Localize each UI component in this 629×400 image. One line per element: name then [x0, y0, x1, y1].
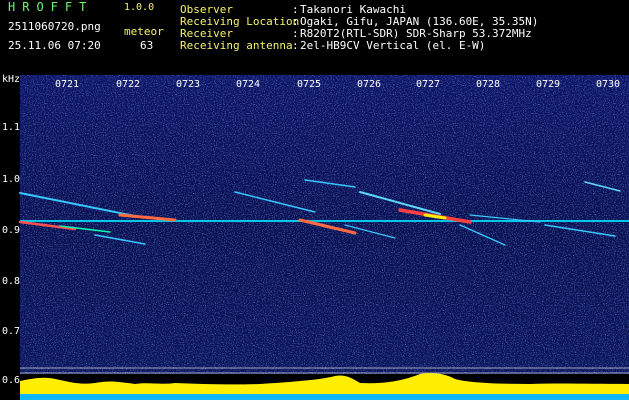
x-tick: 0723 [176, 79, 201, 90]
y-axis-unit: kHz [2, 74, 21, 85]
spectrogram-plot: kHz 1.1 1.0 0.9 0.8 0.7 0.6 0721 0722 07… [0, 60, 629, 400]
y-tick: 0.9 [2, 225, 21, 236]
y-tick: 1.1 [2, 122, 21, 133]
file-name: 2511060720.png [8, 20, 101, 33]
x-tick: 0724 [236, 79, 261, 90]
x-tick: 0725 [297, 79, 322, 90]
x-tick: 0730 [596, 79, 621, 90]
antenna-sep: : [292, 39, 299, 52]
y-tick: 0.8 [2, 276, 21, 287]
spectrogram-canvas [0, 75, 629, 400]
meteor-count-label: meteor [124, 25, 164, 38]
date-time: 25.11.06 07:20 [8, 39, 101, 52]
x-tick: 0727 [416, 79, 441, 90]
y-tick: 1.0 [2, 174, 21, 185]
x-tick: 0726 [357, 79, 382, 90]
meteor-count-value: 63 [140, 39, 154, 52]
y-tick: 0.6 [2, 375, 21, 386]
x-tick: 0721 [55, 79, 80, 90]
y-tick: 0.7 [2, 326, 21, 337]
baseline-strip [20, 394, 629, 400]
app-title: HROFFT [8, 0, 94, 14]
app-version: 1.0.0 [124, 2, 155, 13]
antenna-key: Receiving antenna [180, 39, 293, 52]
x-tick: 0722 [116, 79, 141, 90]
x-tick: 0729 [536, 79, 561, 90]
antenna-value: 2el-HB9CV Vertical (el. E-W) [300, 39, 486, 52]
x-tick: 0728 [476, 79, 501, 90]
